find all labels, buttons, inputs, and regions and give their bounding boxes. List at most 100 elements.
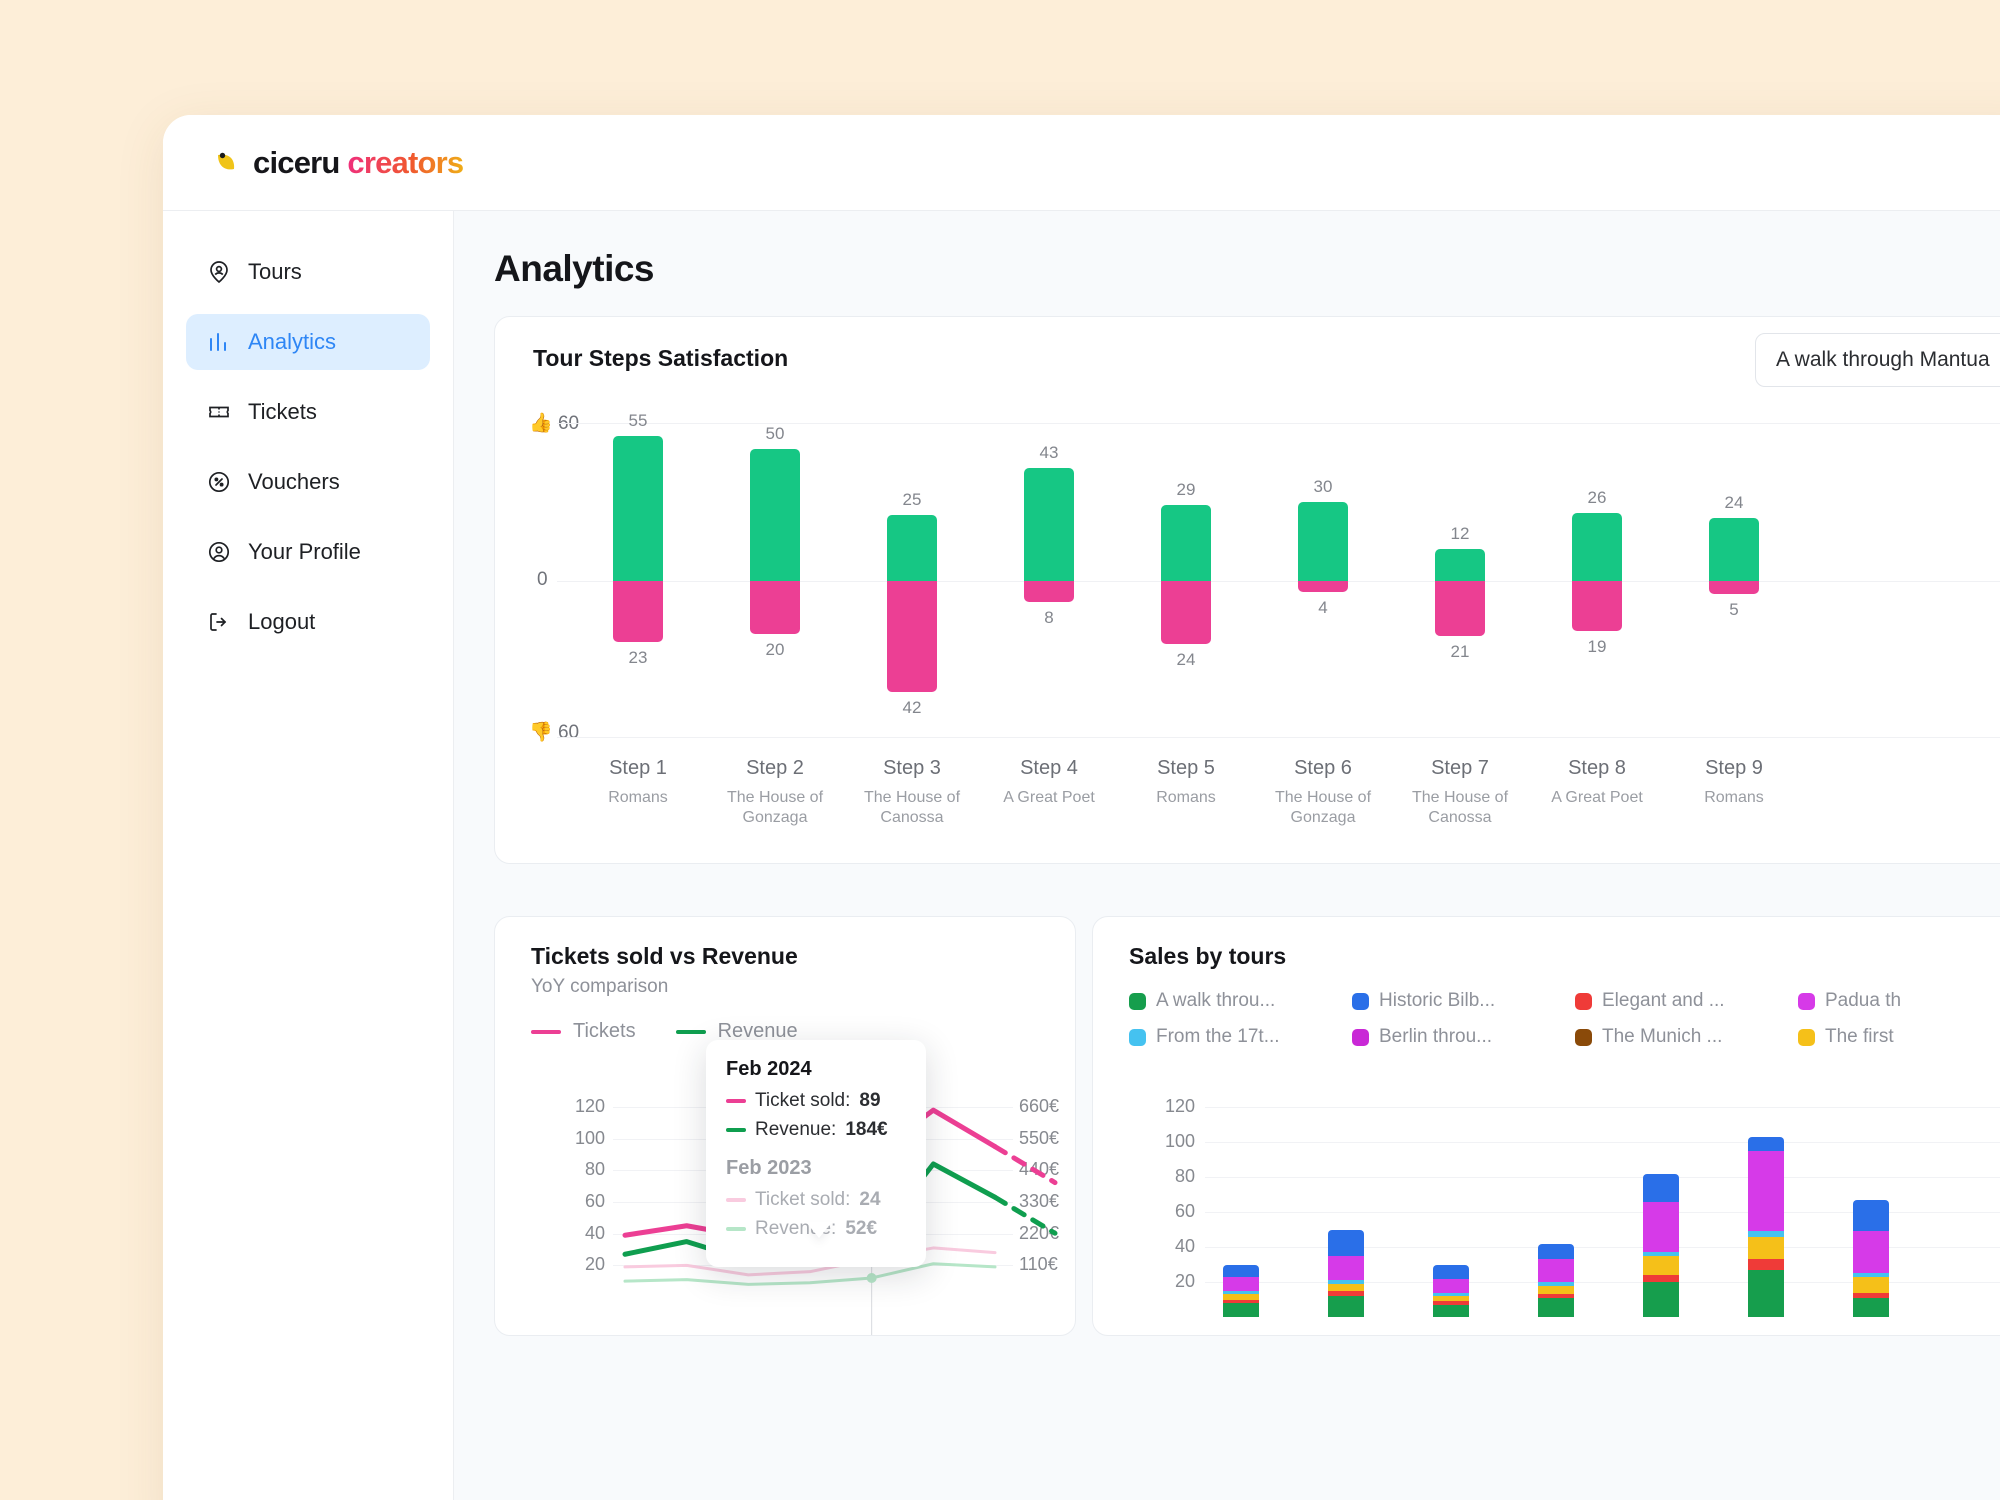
tooltip-value: 89 xyxy=(859,1090,881,1111)
tooltip-row: Ticket sold: 89 xyxy=(726,1090,906,1112)
legend-label: Tickets xyxy=(573,1020,636,1042)
legend-swatch xyxy=(1798,992,1815,1010)
legend-item[interactable]: Elegant and ... xyxy=(1575,990,1798,1012)
ticket-icon xyxy=(206,399,232,425)
x-axis-sublabel: A Great Poet xyxy=(1003,789,1095,806)
sidebar-item-tickets[interactable]: Tickets xyxy=(186,384,430,440)
x-axis-label: Step 9 Romans xyxy=(1674,757,1794,808)
data-point-marker xyxy=(866,1273,877,1283)
tooltip-swatch xyxy=(726,1099,746,1103)
tooltip-row: Ticket sold: 24 xyxy=(726,1189,906,1211)
tooltip-label: Ticket sold: xyxy=(755,1090,851,1111)
x-axis-step: Step 3 xyxy=(883,757,941,779)
bar-value-negative: 21 xyxy=(1450,642,1470,662)
stacked-bar[interactable] xyxy=(1538,1243,1574,1317)
legend-label: Berlin throu... xyxy=(1379,1026,1492,1047)
bar-value-negative: 24 xyxy=(1176,650,1196,670)
legend-item[interactable]: A walk throu... xyxy=(1129,990,1352,1012)
stacked-bar-segment xyxy=(1643,1173,1679,1202)
legend-swatch xyxy=(1575,992,1592,1010)
sidebar-item-tours[interactable]: Tours xyxy=(186,244,430,300)
legend-label: The Munich ... xyxy=(1602,1026,1723,1047)
x-axis-step: Step 5 xyxy=(1157,757,1215,779)
sidebar-item-vouchers[interactable]: Vouchers xyxy=(186,454,430,510)
bar-column[interactable] xyxy=(1709,517,1759,595)
legend-swatch xyxy=(1129,992,1146,1010)
bar-column[interactable] xyxy=(1572,512,1622,632)
x-axis-step: Step 7 xyxy=(1431,757,1489,779)
bar-positive xyxy=(1161,504,1211,581)
bar-column[interactable] xyxy=(613,436,663,642)
bar-negative xyxy=(1024,580,1074,603)
stacked-bar-segment xyxy=(1643,1275,1679,1282)
x-axis-label: Step 4 A Great Poet xyxy=(989,757,1109,808)
y-axis-tick: 100 xyxy=(1164,1131,1195,1151)
line-series-projection xyxy=(992,1144,1058,1186)
legend-item[interactable]: The Munich ... xyxy=(1575,1026,1798,1048)
bar-negative xyxy=(1709,580,1759,595)
bar-column[interactable] xyxy=(1161,504,1211,645)
brand-logo[interactable]: ciceru creators xyxy=(198,142,464,184)
stacked-bar-segment xyxy=(1433,1278,1469,1293)
sidebar-item-label: Tours xyxy=(248,259,302,284)
legend-swatch xyxy=(1129,1028,1146,1046)
thumbs-up-icon: 👍 xyxy=(529,413,553,434)
bar-positive xyxy=(1572,512,1622,581)
tooltip-header-current: Feb 2024 xyxy=(726,1058,812,1080)
stacked-bar[interactable] xyxy=(1853,1199,1889,1317)
stacked-bar[interactable] xyxy=(1748,1136,1784,1317)
logout-icon xyxy=(206,609,232,635)
bar-column[interactable] xyxy=(887,515,937,692)
x-axis-label: Step 8 A Great Poet xyxy=(1537,757,1657,808)
stacked-bar-segment xyxy=(1328,1283,1364,1291)
sales-legend: A walk throu... Historic Bilb... Elegant a… xyxy=(1093,970,2000,1048)
x-axis-label: Step 3 The House of Canossa xyxy=(852,757,972,828)
legend-item[interactable]: Historic Bilb... xyxy=(1352,990,1575,1012)
sidebar-item-label: Your Profile xyxy=(248,539,361,564)
pin-user-icon xyxy=(206,259,232,285)
x-axis-step: Step 9 xyxy=(1705,757,1763,779)
legend-item[interactable]: The first xyxy=(1798,1026,2000,1048)
page-title: Analytics xyxy=(494,248,655,289)
stacked-bar[interactable] xyxy=(1433,1264,1469,1317)
bar-negative xyxy=(887,580,937,692)
bar-column[interactable] xyxy=(1435,549,1485,637)
stacked-bar[interactable] xyxy=(1328,1229,1364,1317)
bar-value-negative: 5 xyxy=(1729,600,1739,620)
bar-negative xyxy=(1298,581,1348,592)
x-axis-sublabel: A Great Poet xyxy=(1551,789,1643,806)
sidebar-item-your-profile[interactable]: Your Profile xyxy=(186,524,430,580)
tooltip-row: Revenue: 184€ xyxy=(726,1119,906,1141)
tour-select-value: A walk through Mantua xyxy=(1776,348,1990,371)
bar-value-positive: 50 xyxy=(765,424,785,444)
tooltip-label: Ticket sold: xyxy=(755,1189,851,1210)
bar-column[interactable] xyxy=(1024,467,1074,603)
legend-swatch xyxy=(675,1029,706,1034)
legend-item[interactable]: From the 17t... xyxy=(1129,1026,1352,1048)
sidebar-item-analytics[interactable]: Analytics xyxy=(186,314,430,370)
stacked-bar[interactable] xyxy=(1643,1173,1679,1317)
y-axis-tick: 120 xyxy=(1164,1096,1195,1116)
gridline xyxy=(1205,1177,2000,1178)
bar-value-negative: 20 xyxy=(765,639,785,659)
legend-item[interactable]: Padua th xyxy=(1798,990,2000,1012)
legend-label: The first xyxy=(1825,1026,1894,1047)
legend-item[interactable]: Berlin throu... xyxy=(1352,1026,1575,1048)
stacked-bar-segment xyxy=(1538,1285,1574,1295)
bar-positive xyxy=(1024,467,1074,581)
stacked-bar-segment xyxy=(1853,1231,1889,1274)
axis-label-bottom: 👎 60 xyxy=(529,722,580,743)
axis-label-zero: 0 xyxy=(537,569,548,590)
sidebar-item-logout[interactable]: Logout xyxy=(186,594,430,650)
tour-select-dropdown[interactable]: A walk through Mantua xyxy=(1755,333,2000,387)
bar-value-positive: 30 xyxy=(1313,477,1333,496)
bar-column[interactable] xyxy=(1298,502,1348,592)
stacked-bar-segment xyxy=(1853,1276,1889,1293)
stacked-bar[interactable] xyxy=(1223,1264,1259,1317)
stacked-bar-segment xyxy=(1853,1297,1889,1317)
sales-by-tours-card: Sales by tours A walk throu... Historic B… xyxy=(1092,916,2000,1336)
bar-chart-icon xyxy=(206,329,232,355)
bar-column[interactable] xyxy=(750,449,800,634)
legend-item-tickets[interactable]: Tickets xyxy=(531,1020,636,1043)
bar-negative xyxy=(613,580,663,642)
